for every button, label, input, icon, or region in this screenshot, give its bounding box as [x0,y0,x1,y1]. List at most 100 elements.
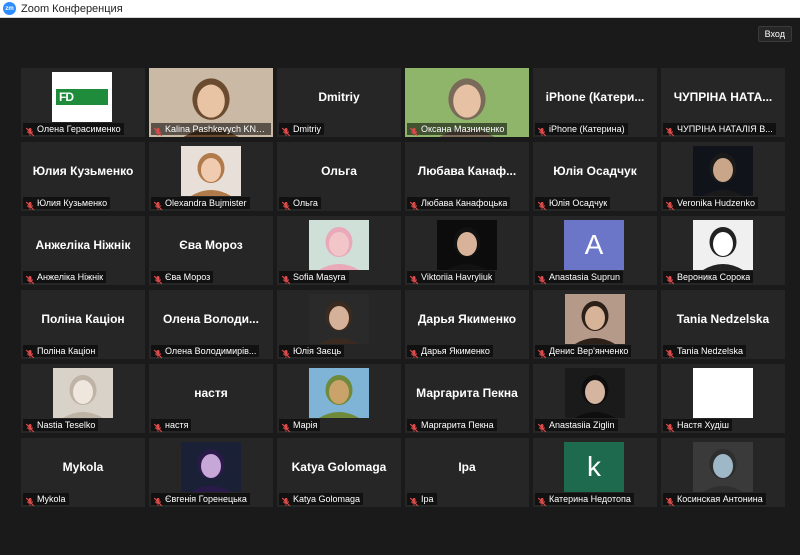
zoom-logo-icon: zm [3,2,16,15]
participant-video-image [565,368,625,418]
participant-display-name: настя [194,386,228,400]
participant-nameplate: Єва Мороз [151,271,214,285]
participant-nameplate: Kalina Pashkevych KNUT... [151,123,271,137]
participant-name: Tania Nedzelska [677,346,744,356]
participant-name: Денис Вер'янченко [549,346,629,356]
participant-tile[interactable]: Nastia Teselko [21,364,145,433]
participant-nameplate: Mykola [23,493,69,507]
muted-mic-icon [281,420,291,433]
participant-tile[interactable]: Юлія Осадчук Юлія Осадчук [533,142,657,211]
participant-tile[interactable]: Ольга Ольга [277,142,401,211]
muted-mic-icon [153,272,163,285]
participant-display-name: ЧУПРІНА НАТА... [673,90,773,104]
participant-nameplate: Дарья Якименко [407,345,493,359]
participant-tile[interactable]: Юлія Заєць [277,290,401,359]
participant-tile[interactable]: A Anastasia Suprun [533,216,657,285]
participant-tile[interactable]: Маргарита Пекна Маргарита Пекна [405,364,529,433]
participant-name: Ольга [293,198,318,208]
participant-name: Юлія Заєць [293,346,342,356]
participant-name: Настя Худіш [677,420,729,430]
participant-tile[interactable]: Олена Володи... Олена Володимирів... [149,290,273,359]
participant-tile[interactable]: k Катерина Недотопа [533,438,657,507]
participant-tile[interactable]: FD Олена Герасименко [21,68,145,137]
participant-name: Любава Канафоцька [421,198,508,208]
participant-tile[interactable]: iPhone (Катери... iPhone (Катерина) [533,68,657,137]
participant-display-name: Юлія Осадчук [553,164,637,178]
participant-tile[interactable]: Поліна Каціон Поліна Каціон [21,290,145,359]
participant-nameplate: Катерина Недотопа [535,493,634,507]
participant-display-name: Маргарита Пекна [416,386,518,400]
exit-button[interactable]: Вход [757,26,792,42]
participant-display-name: Любава Канаф... [417,164,517,178]
muted-mic-icon [665,198,675,211]
participant-tile[interactable]: Іра Іра [405,438,529,507]
participant-grid: FD Олена Герасименко Kalina Pashkevych KN… [21,68,785,507]
participant-tile[interactable]: Єва Мороз Єва Мороз [149,216,273,285]
participant-nameplate: Іра [407,493,437,507]
participant-tile[interactable]: Veronika Hudzenko [661,142,785,211]
participant-tile[interactable]: Viktoriia Havryliuk [405,216,529,285]
participant-name: Поліна Каціон [37,346,96,356]
participant-name: Anastasia Suprun [549,272,621,282]
participant-display-name: Dmitriy [318,90,360,104]
participant-tile[interactable]: Косинская Антонина [661,438,785,507]
participant-name: Kalina Pashkevych KNUT... [165,124,268,134]
muted-mic-icon [281,346,291,359]
participant-tile[interactable]: Юлия Кузьменко Юлия Кузьменко [21,142,145,211]
participant-tile[interactable]: Дарья Якименко Дарья Якименко [405,290,529,359]
participant-nameplate: Veronika Hudzenko [663,197,759,211]
participant-display-name: Mykola [62,460,104,474]
participant-name: Косинская Антонина [677,494,763,504]
participant-name: Марія [293,420,318,430]
muted-mic-icon [25,272,35,285]
participant-tile[interactable]: Марія [277,364,401,433]
participant-tile[interactable]: Mykola Mykola [21,438,145,507]
participant-tile[interactable]: Sofia Masyra [277,216,401,285]
muted-mic-icon [281,494,291,507]
muted-mic-icon [153,494,163,507]
muted-mic-icon [665,346,675,359]
participant-tile[interactable]: Olexandra Bujmister [149,142,273,211]
participant-name: Вероника Сорока [677,272,751,282]
participant-nameplate: Nastia Teselko [23,419,99,433]
participant-tile[interactable]: ЧУПРІНА НАТА... ЧУПРІНА НАТАЛІЯ В... [661,68,785,137]
participant-name: Mykola [37,494,66,504]
participant-tile[interactable]: Dmitriy Dmitriy [277,68,401,137]
participant-name: Катерина Недотопа [549,494,631,504]
participant-nameplate: Юлія Заєць [279,345,345,359]
participant-name: Іра [421,494,434,504]
title-bar: zm Zoom Конференция [0,0,800,18]
participant-nameplate: Anastasiia Ziglin [535,419,618,433]
muted-mic-icon [409,198,419,211]
participant-display-name: iPhone (Катери... [545,90,645,104]
participant-display-name: Дарья Якименко [417,312,517,326]
participant-tile[interactable]: Kalina Pashkevych KNUT... [149,68,273,137]
participant-tile[interactable]: настя настя [149,364,273,433]
muted-mic-icon [665,420,675,433]
muted-mic-icon [281,198,291,211]
participant-nameplate: Марія [279,419,321,433]
participant-tile[interactable]: Вероника Сорока [661,216,785,285]
muted-mic-icon [409,494,419,507]
participant-tile[interactable]: Євгенія Горенецька [149,438,273,507]
muted-mic-icon [409,124,419,137]
participant-tile[interactable]: Anastasiia Ziglin [533,364,657,433]
participant-tile[interactable]: Оксана Мазниченко [405,68,529,137]
muted-mic-icon [537,420,547,433]
participant-video-image [565,294,625,344]
participant-tile[interactable]: Любава Канаф... Любава Канафоцька [405,142,529,211]
participant-video-image [693,442,753,492]
participant-tile[interactable]: Настя Худіш [661,364,785,433]
muted-mic-icon [153,124,163,137]
participant-tile[interactable]: Денис Вер'янченко [533,290,657,359]
participant-nameplate: Євгенія Горенецька [151,493,250,507]
participant-tile[interactable]: Katya Golomaga Katya Golomaga [277,438,401,507]
participant-tile[interactable]: Tania Nedzelska Tania Nedzelska [661,290,785,359]
gallery-view: Вход FD Олена Герасименко Kalina Pashkevy… [0,18,800,555]
muted-mic-icon [665,124,675,137]
muted-mic-icon [25,346,35,359]
participant-tile[interactable]: Анжеліка Ніжнік Анжеліка Ніжнік [21,216,145,285]
participant-name: Olexandra Bujmister [165,198,247,208]
participant-nameplate: Поліна Каціон [23,345,99,359]
muted-mic-icon [537,494,547,507]
